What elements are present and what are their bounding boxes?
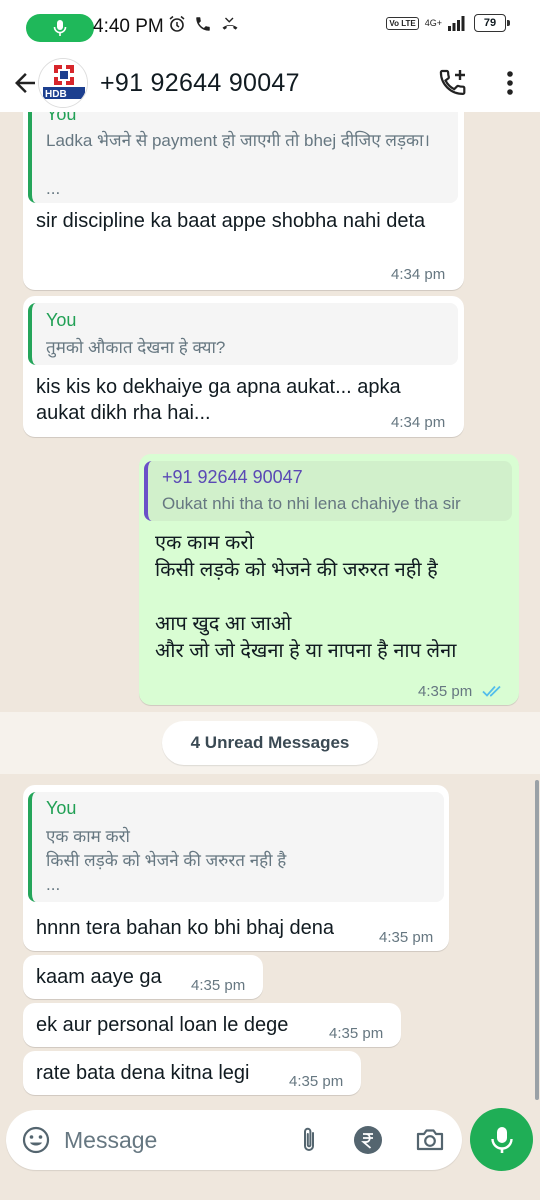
status-time: 4:40 PM: [93, 16, 164, 37]
message-list[interactable]: You Ladka भेजने से payment हो जाएगी तो b…: [0, 112, 540, 1108]
unread-count-pill: 4 Unread Messages: [162, 721, 378, 765]
volte-badge: Vo LTE: [386, 16, 419, 30]
phone-plus-icon[interactable]: [437, 67, 469, 99]
quote-author: You: [46, 310, 77, 330]
incoming-message[interactable]: You एक काम करो किसी लड़के को भेजने की जर…: [23, 785, 449, 951]
quote-author: +91 92644 90047: [162, 467, 303, 487]
network-type: 4G+: [425, 18, 442, 28]
missed-call-icon: [222, 17, 238, 30]
avatar[interactable]: HDB: [38, 58, 88, 108]
message-time: 4:35 pm: [191, 977, 246, 994]
quote-author: You: [46, 798, 77, 818]
status-bar: 4:40 PM Vo LTE 4G+ 79: [0, 0, 540, 56]
unread-banner: 4 Unread Messages: [0, 712, 540, 774]
message-input[interactable]: [64, 1124, 274, 1156]
message-text: rate bata dena kitna legi: [36, 1062, 250, 1084]
message-text: kaam aaye ga: [36, 966, 162, 988]
network-label: 4G+: [424, 18, 442, 28]
incoming-message[interactable]: ek aur personal loan le dege 4:35 pm: [23, 1003, 401, 1047]
message-time: 4:34 pm: [391, 266, 446, 283]
message-text: kis kis ko dekhaiye ga apna aukat... apk…: [36, 376, 401, 424]
quote-ellipsis: ...: [46, 179, 61, 198]
message-line: और जो जो देखना हे या नापना है नाप लेना: [155, 640, 457, 662]
battery-level: 79: [483, 17, 497, 29]
incoming-message[interactable]: You तुमको औकात देखना हे क्या? kis kis ko…: [23, 296, 464, 437]
camera-icon[interactable]: [414, 1124, 446, 1156]
contact-name[interactable]: +91 92644 90047: [100, 69, 300, 98]
message-line: एक काम करो: [155, 532, 254, 554]
hdb-logo: HDB: [39, 59, 87, 107]
quote-text: Ladka भेजने से payment हो जाएगी तो bhej …: [46, 131, 430, 150]
system-indicators: Vo LTE 4G+ 79: [386, 14, 510, 32]
phone-call-icon: [196, 17, 210, 31]
chat-header: HDB +91 92644 90047: [0, 56, 540, 112]
rupee-icon[interactable]: [352, 1124, 384, 1156]
quote-ellipsis: ...: [46, 875, 61, 894]
message-text: hnnn tera bahan ko bhi bhaj dena: [36, 917, 335, 939]
scrollbar[interactable]: [535, 780, 539, 1100]
double-check-icon: [482, 685, 501, 697]
incoming-message[interactable]: rate bata dena kitna legi 4:35 pm: [23, 1051, 361, 1095]
mic-icon: [490, 1126, 513, 1153]
alarm-icon: [169, 15, 185, 32]
outgoing-message[interactable]: +91 92644 90047 Oukat nhi tha to nhi len…: [139, 454, 519, 705]
emoji-icon[interactable]: [20, 1124, 52, 1156]
quoted-message[interactable]: You एक काम करो किसी लड़के को भेजने की जर…: [28, 792, 444, 902]
quoted-message[interactable]: You तुमको औकात देखना हे क्या?: [28, 303, 458, 365]
signal-icon: [448, 16, 465, 31]
message-line: आप खुद आ जाओ: [155, 613, 292, 635]
incoming-message[interactable]: kaam aaye ga 4:35 pm: [23, 955, 263, 999]
active-mic-indicator[interactable]: [26, 14, 94, 42]
quote-line: किसी लड़के को भेजने की जरुरत नही है: [46, 851, 287, 870]
message-time: 4:35 pm: [289, 1073, 344, 1090]
system-nav-area: [0, 1178, 540, 1200]
message-time: 4:35 pm: [329, 1025, 384, 1042]
message-time: 4:34 pm: [391, 414, 446, 431]
paperclip-icon[interactable]: [293, 1124, 325, 1156]
arrow-left-icon[interactable]: [10, 68, 40, 98]
quote-author: You: [46, 112, 77, 124]
message-time: 4:35 pm: [418, 683, 473, 700]
mic-icon: [53, 20, 67, 36]
quoted-message[interactable]: +91 92644 90047 Oukat nhi tha to nhi len…: [144, 461, 512, 521]
quote-text: तुमको औकात देखना हे क्या?: [46, 338, 226, 357]
more-vertical-icon[interactable]: [498, 67, 522, 99]
quote-text: Oukat nhi tha to nhi lena chahiye tha si…: [162, 494, 461, 513]
message-text: ek aur personal loan le dege: [36, 1014, 289, 1036]
message-composer: [6, 1110, 462, 1170]
incoming-message[interactable]: You Ladka भेजने से payment हो जाएगी तो b…: [23, 112, 464, 290]
avatar-text: HDB: [45, 89, 67, 100]
message-text: sir discipline ka baat appe shobha nahi …: [36, 210, 426, 232]
message-time: 4:35 pm: [379, 929, 434, 946]
quoted-message[interactable]: You Ladka भेजने से payment हो जाएगी तो b…: [28, 112, 458, 203]
quote-line: एक काम करो: [46, 827, 130, 846]
voice-record-button[interactable]: [470, 1108, 533, 1171]
battery-indicator: 79: [474, 14, 510, 32]
message-line: किसी लड़के को भेजने की जरुरत नही है: [155, 559, 438, 581]
